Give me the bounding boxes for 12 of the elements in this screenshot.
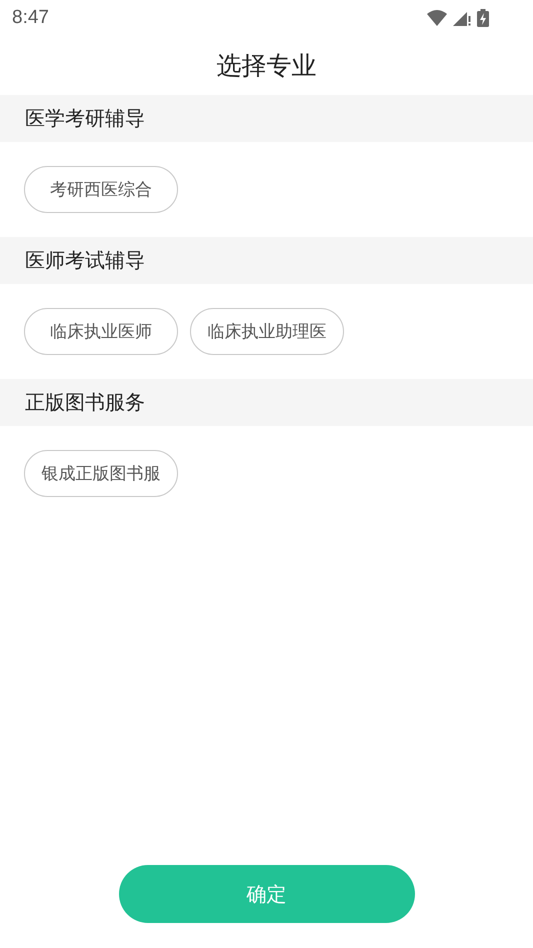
major-option[interactable]: 临床执业助理医 (190, 308, 344, 355)
signal-icon (453, 10, 471, 26)
major-option[interactable]: 临床执业医师 (24, 308, 178, 355)
page-title: 选择专业 (216, 50, 316, 82)
battery-icon (477, 9, 489, 27)
major-option[interactable]: 考研西医综合 (24, 166, 178, 213)
section-header: 医学考研辅导 (0, 95, 533, 142)
section-header: 医师考试辅导 (0, 237, 533, 284)
wifi-icon (427, 10, 447, 26)
major-option[interactable]: 银成正版图书服 (24, 450, 178, 497)
section-header: 正版图书服务 (0, 379, 533, 426)
status-time: 8:47 (12, 7, 49, 29)
